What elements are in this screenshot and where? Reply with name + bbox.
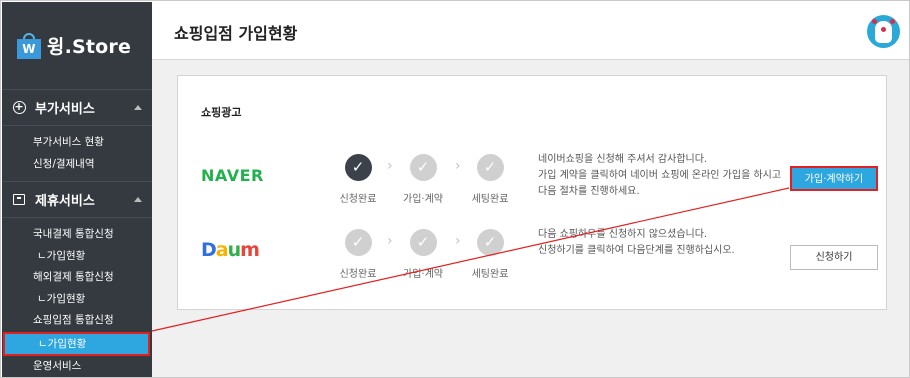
daum-logo: Daum — [201, 239, 260, 261]
section-title: 부가서비스 — [35, 102, 95, 117]
caret-up-icon — [134, 105, 142, 110]
naver-description: 네이버쇼핑을 신청해 주셔서 감사합니다. 가입 계약을 클릭하여 네이버 쇼핑… — [538, 152, 783, 200]
main-content: 쇼핑입점 가입현황 쇼핑광고 NAVER ✓ 신청완료 › ✓ 가입·계약 › … — [152, 2, 909, 377]
step-contract: ✓ 가입·계약 — [393, 154, 453, 205]
join-contract-button[interactable]: 가입·계약하기 — [790, 166, 878, 191]
check-icon: ✓ — [409, 154, 437, 181]
menu-item-shopping-entry[interactable]: 쇼핑입점 통합신청 — [2, 310, 152, 332]
check-icon: ✓ — [476, 154, 504, 181]
apply-button[interactable]: 신청하기 — [790, 245, 878, 270]
daum-row: Daum ✓ 신청완료 › ✓ 가입·계약 › ✓ 세팅완료 다음 쇼핑하우를 … — [178, 221, 886, 291]
store-logo[interactable]: W 윙.Store — [2, 2, 152, 89]
step-label: 세팅완료 — [471, 194, 509, 205]
menu-item-addon-status[interactable]: 부가서비스 현황 — [2, 132, 152, 154]
partner-services-menu: 국내결제 통합신청 ㄴ가입현황 해외결제 통합신청 ㄴ가입현황 쇼핑입점 통합신… — [2, 218, 152, 378]
daum-description: 다음 쇼핑하우를 신청하지 않으셨습니다. 신청하기를 클릭하여 다음단계를 진… — [538, 227, 783, 259]
chevron-right-icon: › — [387, 233, 393, 249]
addon-services-menu: 부가서비스 현황 신청/결제내역 — [2, 126, 152, 181]
box-icon — [12, 193, 26, 207]
desc-line: 네이버쇼핑을 신청해 주셔서 감사합니다. — [538, 154, 708, 165]
caret-up-icon — [134, 197, 142, 202]
menu-item-operation-services[interactable]: 운영서비스 — [2, 356, 152, 378]
card-title: 쇼핑광고 — [201, 106, 242, 119]
naver-row: NAVER ✓ 신청완료 › ✓ 가입·계약 › ✓ 세팅완료 네이버쇼핑을 신… — [178, 146, 886, 216]
check-icon: ✓ — [344, 229, 372, 256]
check-icon: ✓ — [476, 229, 504, 256]
step-applied: ✓ 신청완료 — [328, 229, 388, 280]
menu-item-domestic-payment[interactable]: 국내결제 통합신청 — [2, 224, 152, 246]
section-title: 제휴서비스 — [35, 194, 95, 209]
step-label: 세팅완료 — [471, 269, 509, 280]
step-contract: ✓ 가입·계약 — [393, 229, 453, 280]
section-header-addon-services[interactable]: + 부가서비스 — [2, 89, 152, 126]
plus-circle-icon: + — [12, 100, 26, 114]
top-bar: 쇼핑입점 가입현황 — [152, 2, 909, 60]
menu-item-shopping-join-status[interactable]: ㄴ가입현황 — [3, 331, 150, 356]
menu-item-overseas-payment[interactable]: 해외결제 통합신청 — [2, 267, 152, 289]
step-applied: ✓ 신청완료 — [328, 154, 388, 205]
shopping-bag-icon: W — [16, 32, 41, 59]
desc-line: 가입 계약을 클릭하여 네이버 쇼핑에 온라인 가입을 하시고 다음 절차를 진… — [538, 170, 782, 197]
shopping-ads-card: 쇼핑광고 NAVER ✓ 신청완료 › ✓ 가입·계약 › ✓ 세팅완료 네이버… — [177, 75, 887, 310]
section-header-partner-services[interactable]: 제휴서비스 — [2, 181, 152, 218]
step-label: 신청완료 — [339, 269, 377, 280]
check-icon: ✓ — [409, 229, 437, 256]
sidebar: W 윙.Store + 부가서비스 부가서비스 현황 신청/결제내역 제휴서비스… — [2, 2, 152, 378]
naver-logo: NAVER — [201, 166, 264, 185]
menu-item-domestic-join-status[interactable]: ㄴ가입현황 — [2, 246, 152, 268]
page-title: 쇼핑입점 가입현황 — [174, 24, 298, 43]
logo-text: 윙.Store — [46, 36, 132, 58]
menu-item-overseas-join-status[interactable]: ㄴ가입현황 — [2, 289, 152, 311]
app-window: W 윙.Store + 부가서비스 부가서비스 현황 신청/결제내역 제휴서비스… — [0, 0, 910, 378]
desc-line: 신청하기를 클릭하여 다음단계를 진행하십시오. — [538, 245, 735, 256]
avatar[interactable] — [867, 15, 900, 48]
chevron-right-icon: › — [387, 158, 393, 174]
step-label: 가입·계약 — [403, 269, 443, 280]
check-icon: ✓ — [344, 154, 372, 181]
step-setup: ✓ 세팅완료 — [460, 229, 520, 280]
step-setup: ✓ 세팅완료 — [460, 154, 520, 205]
step-label: 신청완료 — [339, 194, 377, 205]
desc-line: 다음 쇼핑하우를 신청하지 않으셨습니다. — [538, 229, 708, 240]
menu-item-payment-history[interactable]: 신청/결제내역 — [2, 154, 152, 176]
step-label: 가입·계약 — [403, 194, 443, 205]
